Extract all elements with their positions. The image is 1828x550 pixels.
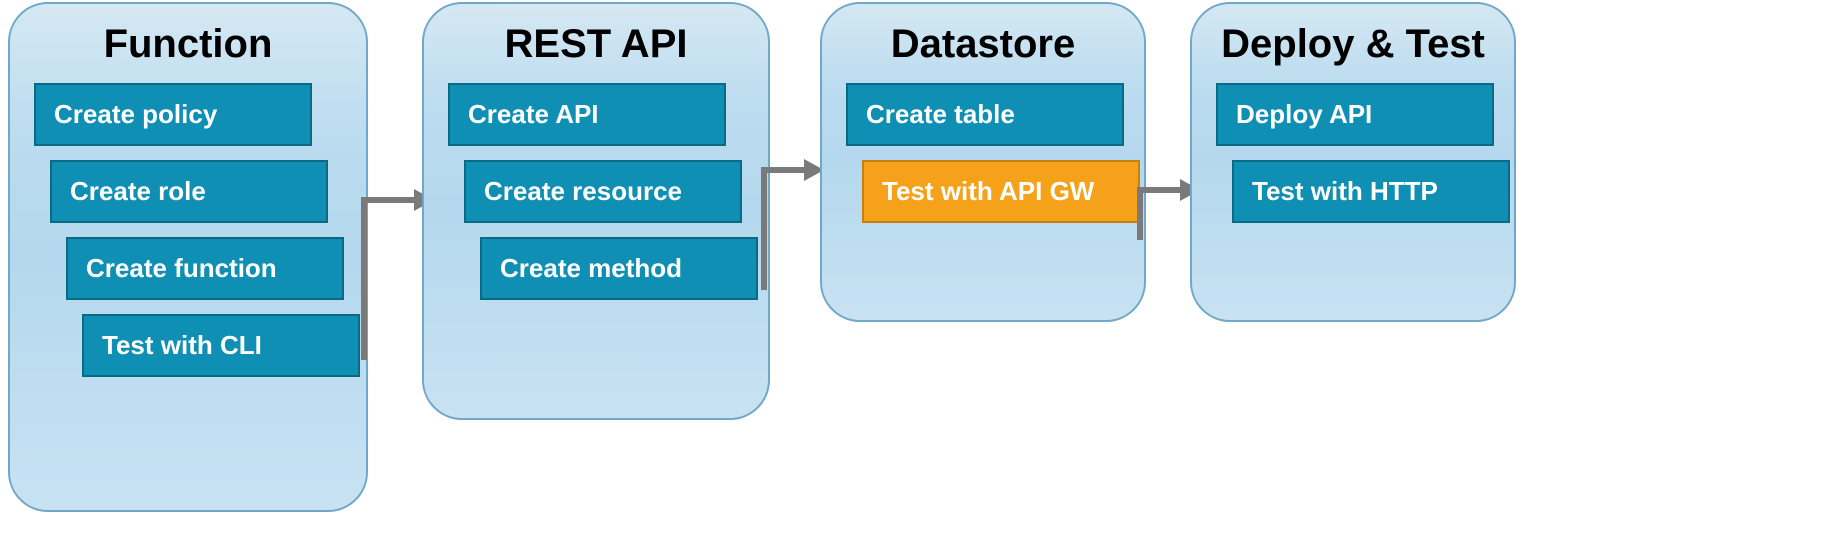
stage-title: Deploy & Test [1216, 22, 1490, 67]
stage-title: Function [34, 22, 342, 67]
stage-deploy-test: Deploy & Test Deploy API Test with HTTP [1190, 2, 1516, 322]
step-box: Create policy [34, 83, 312, 146]
stage-rest-api: REST API Create API Create resource Crea… [422, 2, 770, 420]
step-box: Deploy API [1216, 83, 1494, 146]
step-box: Create role [50, 160, 328, 223]
step-box: Create table [846, 83, 1124, 146]
step-box: Create resource [464, 160, 742, 223]
step-box: Create function [66, 237, 344, 300]
step-box-highlight: Test with API GW [862, 160, 1140, 223]
step-box: Test with CLI [82, 314, 360, 377]
step-box: Create method [480, 237, 758, 300]
stage-title: Datastore [846, 22, 1120, 67]
stage-function: Function Create policy Create role Creat… [8, 2, 368, 512]
step-box: Create API [448, 83, 726, 146]
stage-title: REST API [448, 22, 744, 67]
stage-datastore: Datastore Create table Test with API GW [820, 2, 1146, 322]
step-box: Test with HTTP [1232, 160, 1510, 223]
